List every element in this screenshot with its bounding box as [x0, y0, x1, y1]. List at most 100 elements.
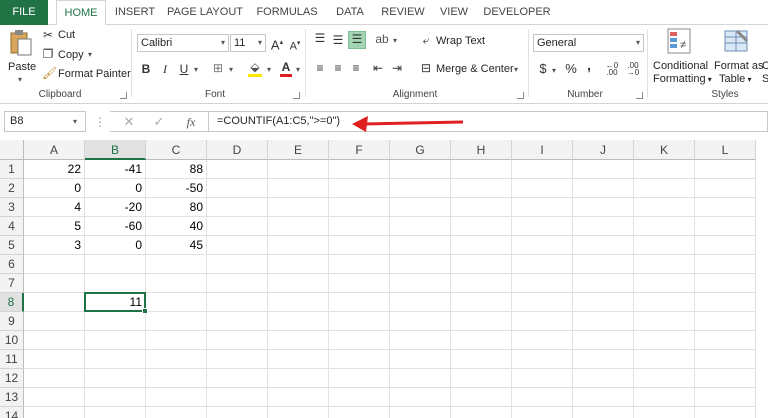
- cell-b1[interactable]: -41: [85, 160, 146, 179]
- cell-h8[interactable]: [451, 293, 512, 312]
- column-header-a[interactable]: A: [24, 140, 85, 160]
- cell-e9[interactable]: [268, 312, 329, 331]
- tab-insert[interactable]: INSERT: [110, 0, 160, 25]
- row-header-5[interactable]: 5: [0, 236, 24, 255]
- currency-button[interactable]: $: [537, 62, 549, 76]
- increase-indent-button[interactable]: ⇥: [389, 61, 405, 75]
- cell-g8[interactable]: [390, 293, 451, 312]
- cell-k3[interactable]: [634, 198, 695, 217]
- cell-a6[interactable]: [24, 255, 85, 274]
- tab-home[interactable]: HOME: [56, 0, 106, 26]
- cell-k10[interactable]: [634, 331, 695, 350]
- percent-button[interactable]: %: [564, 62, 578, 76]
- cell-b11[interactable]: [85, 350, 146, 369]
- cell-l1[interactable]: [695, 160, 756, 179]
- cell-i3[interactable]: [512, 198, 573, 217]
- formula-bar-grip-icon[interactable]: ⋮: [94, 115, 106, 129]
- cell-b9[interactable]: [85, 312, 146, 331]
- cell-h2[interactable]: [451, 179, 512, 198]
- cell-b5[interactable]: 0: [85, 236, 146, 255]
- cell-f6[interactable]: [329, 255, 390, 274]
- copy-button[interactable]: ❐ Copy ▾: [42, 47, 122, 63]
- cell-c1[interactable]: 88: [146, 160, 207, 179]
- cell-l8[interactable]: [695, 293, 756, 312]
- cell-l5[interactable]: [695, 236, 756, 255]
- cell-k6[interactable]: [634, 255, 695, 274]
- cell-f10[interactable]: [329, 331, 390, 350]
- cell-k13[interactable]: [634, 388, 695, 407]
- fill-color-dropdown-icon[interactable]: ▾: [267, 65, 271, 74]
- cell-f5[interactable]: [329, 236, 390, 255]
- cell-a1[interactable]: 22: [24, 160, 85, 179]
- cell-j10[interactable]: [573, 331, 634, 350]
- cell-i6[interactable]: [512, 255, 573, 274]
- cell-a14[interactable]: [24, 407, 85, 418]
- cell-b13[interactable]: [85, 388, 146, 407]
- cell-f3[interactable]: [329, 198, 390, 217]
- number-format-select[interactable]: General ▾: [533, 34, 644, 52]
- cell-b3[interactable]: -20: [85, 198, 146, 217]
- font-name-select[interactable]: Calibri ▾: [137, 34, 229, 52]
- row-header-4[interactable]: 4: [0, 217, 24, 236]
- cell-g11[interactable]: [390, 350, 451, 369]
- cell-j2[interactable]: [573, 179, 634, 198]
- cell-f1[interactable]: [329, 160, 390, 179]
- cell-h9[interactable]: [451, 312, 512, 331]
- cell-l4[interactable]: [695, 217, 756, 236]
- fill-handle[interactable]: [142, 308, 148, 314]
- cell-j11[interactable]: [573, 350, 634, 369]
- cell-j8[interactable]: [573, 293, 634, 312]
- cell-e3[interactable]: [268, 198, 329, 217]
- cell-i9[interactable]: [512, 312, 573, 331]
- cell-h11[interactable]: [451, 350, 512, 369]
- cell-a5[interactable]: 3: [24, 236, 85, 255]
- cell-d10[interactable]: [207, 331, 268, 350]
- cell-i14[interactable]: [512, 407, 573, 418]
- increase-decimal-button[interactable]: ←0.00: [603, 62, 621, 77]
- cell-g3[interactable]: [390, 198, 451, 217]
- cell-a11[interactable]: [24, 350, 85, 369]
- cell-d14[interactable]: [207, 407, 268, 418]
- cell-f11[interactable]: [329, 350, 390, 369]
- cell-a2[interactable]: 0: [24, 179, 85, 198]
- shrink-font-button[interactable]: A▾: [288, 37, 302, 54]
- cell-c13[interactable]: [146, 388, 207, 407]
- cell-i1[interactable]: [512, 160, 573, 179]
- row-header-1[interactable]: 1: [0, 160, 24, 179]
- cell-h14[interactable]: [451, 407, 512, 418]
- worksheet-grid[interactable]: ABCDEFGHIJKL 1 2 3 4 5 6 7 8 9 10 11 12 13 14 22 -41 88…: [0, 140, 768, 418]
- cell-l14[interactable]: [695, 407, 756, 418]
- cell-g7[interactable]: [390, 274, 451, 293]
- format-painter-button[interactable]: 🖌 Format Painter: [42, 66, 131, 82]
- cell-d11[interactable]: [207, 350, 268, 369]
- cell-i12[interactable]: [512, 369, 573, 388]
- align-top-button[interactable]: ☰: [312, 31, 328, 45]
- alignment-launcher-icon[interactable]: [517, 92, 524, 99]
- column-header-g[interactable]: G: [390, 140, 451, 160]
- underline-dropdown-icon[interactable]: ▾: [194, 65, 198, 74]
- cell-k12[interactable]: [634, 369, 695, 388]
- underline-button[interactable]: U: [177, 62, 191, 76]
- cell-a7[interactable]: [24, 274, 85, 293]
- format-as-table-button[interactable]: Format as Table ▾: [712, 28, 764, 86]
- cell-b6[interactable]: [85, 255, 146, 274]
- comma-button[interactable]: ,: [584, 58, 594, 72]
- cell-i8[interactable]: [512, 293, 573, 312]
- cell-i2[interactable]: [512, 179, 573, 198]
- cell-k2[interactable]: [634, 179, 695, 198]
- font-color-dropdown-icon[interactable]: ▾: [296, 65, 300, 74]
- row-header-10[interactable]: 10: [0, 331, 24, 350]
- bold-button[interactable]: B: [139, 62, 153, 76]
- insert-function-icon[interactable]: fx: [184, 115, 198, 129]
- cell-f12[interactable]: [329, 369, 390, 388]
- merge-center-button[interactable]: ⊟ Merge & Center ▾: [419, 61, 519, 77]
- cell-a10[interactable]: [24, 331, 85, 350]
- cell-h7[interactable]: [451, 274, 512, 293]
- cell-d6[interactable]: [207, 255, 268, 274]
- cell-e5[interactable]: [268, 236, 329, 255]
- cell-h5[interactable]: [451, 236, 512, 255]
- cell-g9[interactable]: [390, 312, 451, 331]
- cell-c8[interactable]: [146, 293, 207, 312]
- cell-c4[interactable]: 40: [146, 217, 207, 236]
- cell-k11[interactable]: [634, 350, 695, 369]
